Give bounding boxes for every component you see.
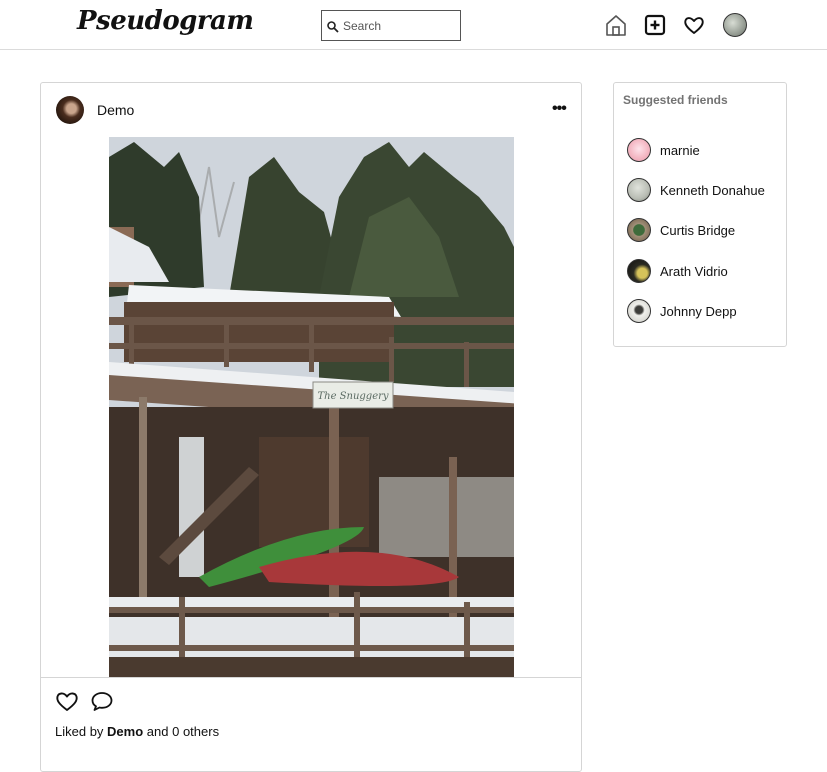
post-photo: The Snuggery <box>109 137 514 677</box>
friend-name[interactable]: Arath Vidrio <box>660 264 728 279</box>
search-icon <box>327 21 339 33</box>
friend-avatar[interactable] <box>627 259 651 283</box>
home-icon[interactable] <box>604 13 628 37</box>
sign-text: The Snuggery <box>317 391 388 402</box>
friend-item[interactable]: marnie <box>627 138 787 164</box>
likes-prefix: Liked by <box>55 724 104 739</box>
friend-avatar[interactable] <box>627 218 651 242</box>
post-divider <box>41 677 581 678</box>
suggested-friends-title: Suggested friends <box>623 93 728 107</box>
profile-avatar[interactable] <box>723 13 747 37</box>
friend-name[interactable]: Kenneth Donahue <box>660 183 765 198</box>
friend-item[interactable]: Johnny Depp <box>627 299 787 325</box>
add-post-icon[interactable] <box>643 13 667 37</box>
search-input[interactable] <box>343 16 455 35</box>
suggested-friends-panel: Suggested friends marnie Kenneth Donahue… <box>613 82 787 347</box>
post-card: Demo ••• The Snuggery Liked by Demo and … <box>40 82 582 772</box>
friend-avatar[interactable] <box>627 299 651 323</box>
friend-name[interactable]: Johnny Depp <box>660 304 737 319</box>
search-box[interactable] <box>321 10 461 41</box>
comment-icon[interactable] <box>90 690 114 712</box>
post-username[interactable]: Demo <box>97 102 134 118</box>
liked-by-user[interactable]: Demo <box>107 724 143 739</box>
top-nav: Pseudogram <box>0 0 827 50</box>
likes-summary: Liked by Demo and 0 others <box>55 724 219 739</box>
app-logo[interactable]: Pseudogram <box>77 6 254 36</box>
friend-avatar[interactable] <box>627 178 651 202</box>
like-heart-icon[interactable] <box>55 690 79 712</box>
friend-name[interactable]: Curtis Bridge <box>660 223 735 238</box>
friend-item[interactable]: Arath Vidrio <box>627 259 787 285</box>
likes-suffix: and 0 others <box>146 724 220 739</box>
friend-item[interactable]: Kenneth Donahue <box>627 178 787 204</box>
friend-name[interactable]: marnie <box>660 143 700 158</box>
heart-icon[interactable] <box>682 13 706 37</box>
more-options-icon[interactable]: ••• <box>552 100 567 118</box>
post-avatar[interactable] <box>56 96 84 124</box>
friend-item[interactable]: Curtis Bridge <box>627 218 787 244</box>
friend-avatar[interactable] <box>627 138 651 162</box>
